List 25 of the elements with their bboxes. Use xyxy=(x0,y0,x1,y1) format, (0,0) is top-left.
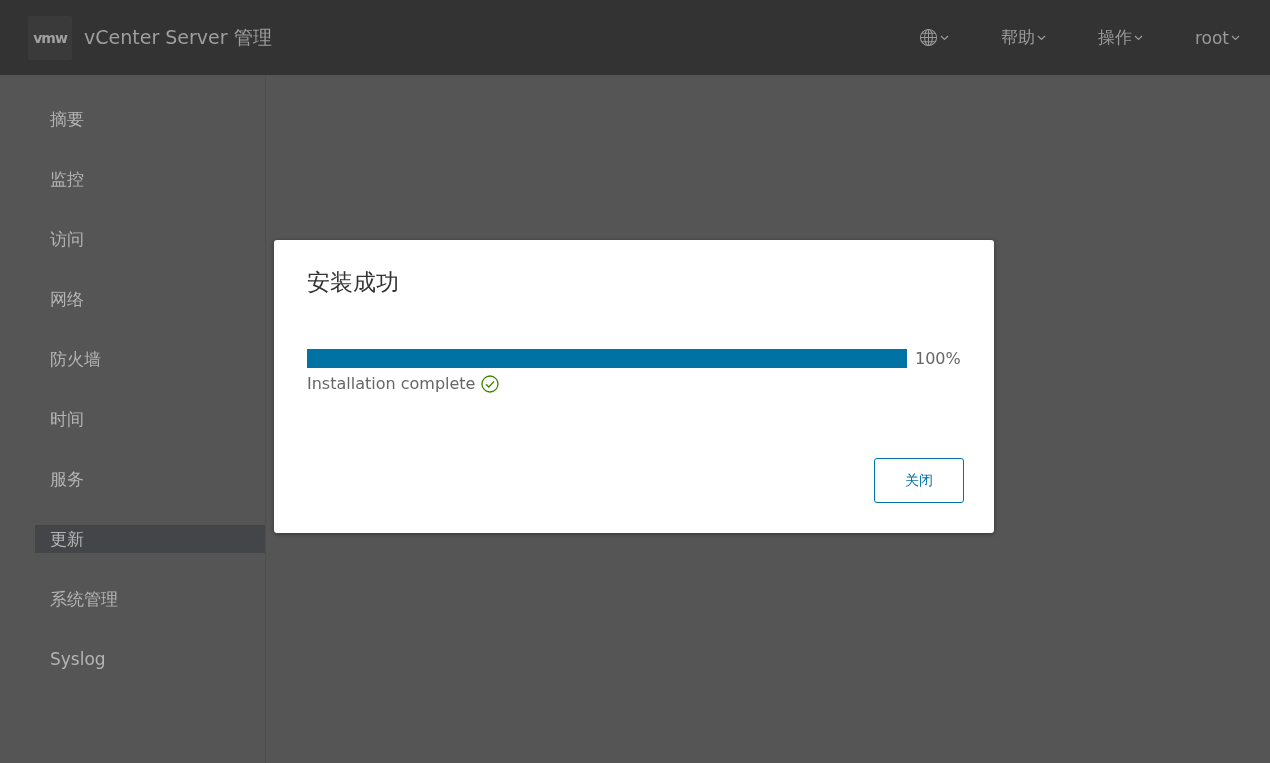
sidebar-item[interactable]: 时间 xyxy=(35,405,265,433)
sidebar-item[interactable]: 系统管理 xyxy=(35,585,265,613)
success-icon xyxy=(481,374,500,393)
header-menu[interactable]: 帮助 xyxy=(1000,26,1046,49)
header-menu[interactable]: root xyxy=(1194,27,1240,48)
vmw-logo: vmw xyxy=(28,15,72,60)
sidebar-item[interactable]: 服务 xyxy=(35,465,265,493)
language-menu[interactable] xyxy=(918,28,949,47)
dialog-title: 安装成功 xyxy=(307,268,400,297)
sidebar-item[interactable]: Syslog xyxy=(35,645,265,673)
sidebar-item[interactable]: 防火墙 xyxy=(35,345,265,373)
close-button[interactable]: 关闭 xyxy=(874,458,964,503)
progress-reading: 100% xyxy=(915,349,961,368)
sidebar-item[interactable]: 更新 xyxy=(35,525,265,553)
header-menu[interactable]: 操作 xyxy=(1097,26,1143,49)
app-title: vCenter Server 管理 xyxy=(84,24,272,50)
sidebar-item[interactable]: 监控 xyxy=(35,165,265,193)
caret-icon xyxy=(1036,34,1046,41)
caret-icon xyxy=(1133,34,1143,41)
sidebar-item[interactable]: 访问 xyxy=(35,225,265,253)
sidebar-item[interactable]: 摘要 xyxy=(35,105,265,133)
status-text: Installation complete xyxy=(307,374,476,393)
caret-icon xyxy=(1231,34,1240,41)
caret-icon xyxy=(939,34,949,41)
sidebar-item[interactable]: 网络 xyxy=(35,285,265,313)
